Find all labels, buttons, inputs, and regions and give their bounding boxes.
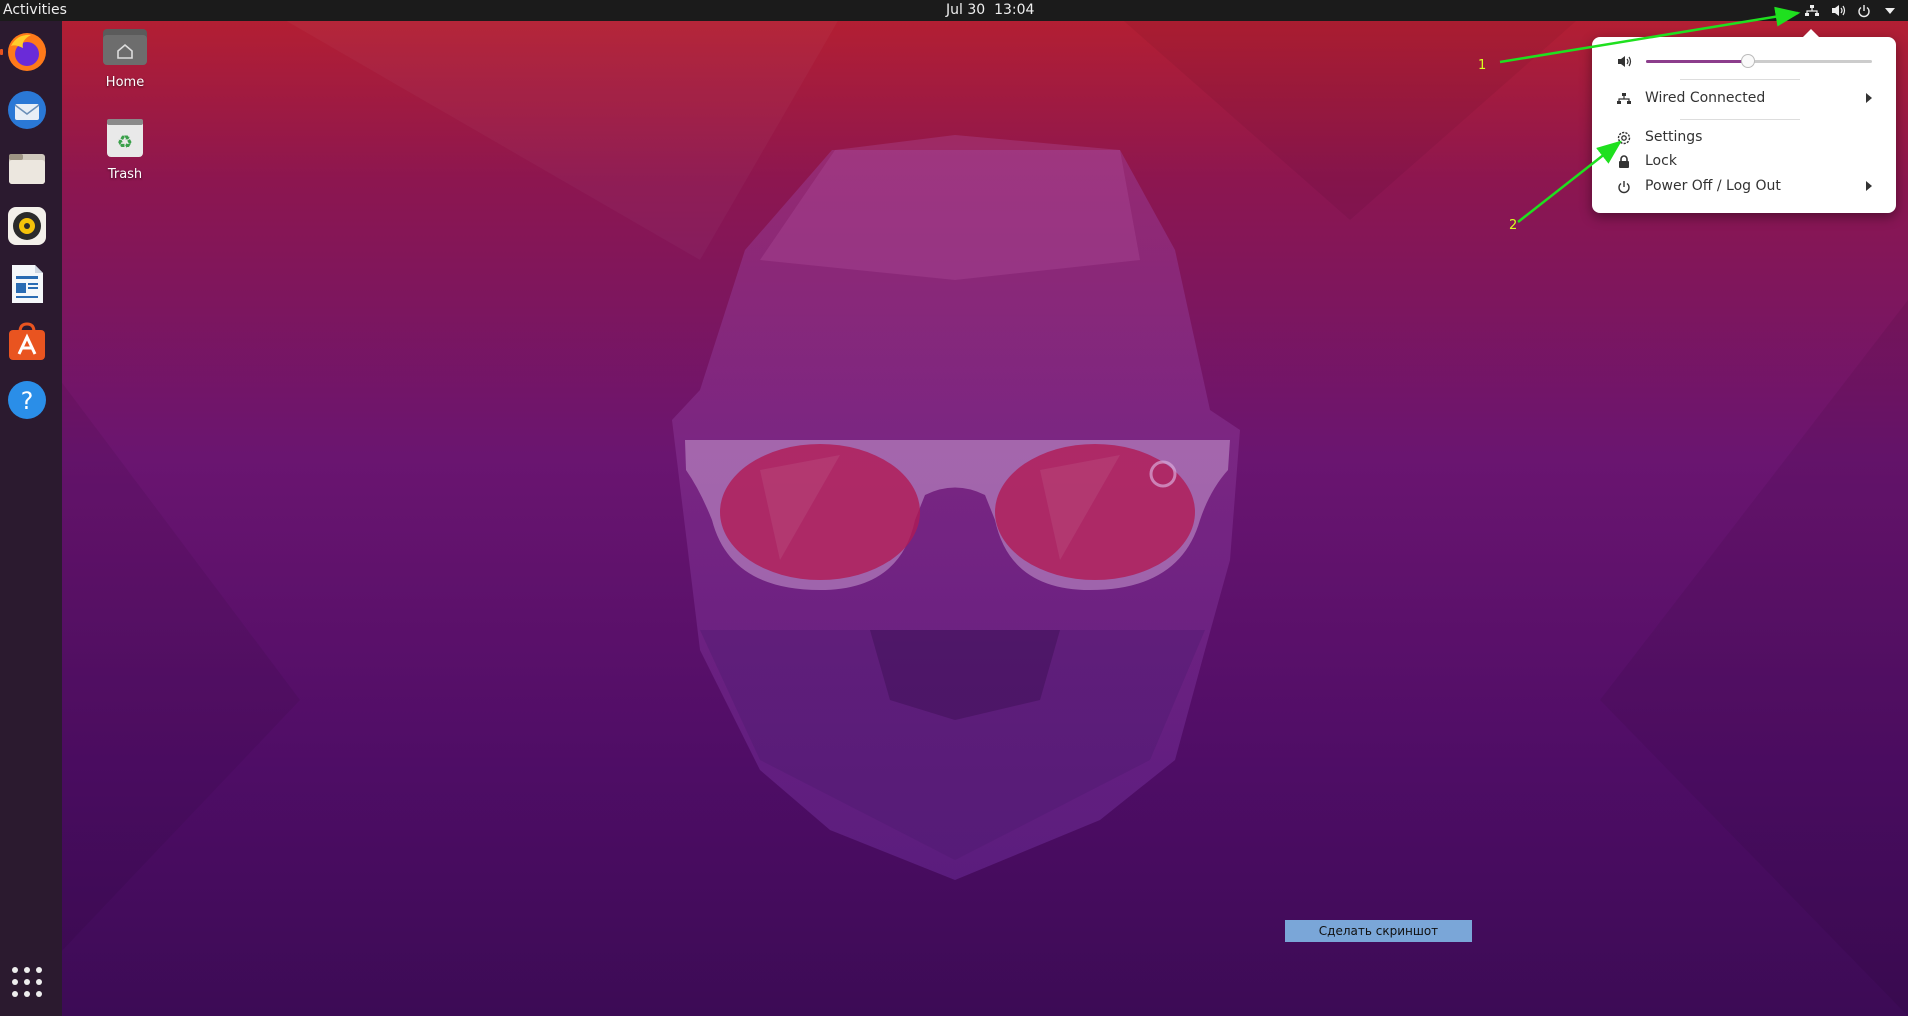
volume-icon — [1616, 53, 1632, 69]
volume-slider[interactable] — [1646, 54, 1872, 68]
annotation-label-1: 1 — [1478, 58, 1487, 73]
ubuntu-software-icon — [9, 322, 45, 360]
files-icon — [9, 154, 45, 184]
rhythmbox-icon — [8, 207, 46, 245]
power-label: Power Off / Log Out — [1645, 178, 1781, 194]
volume-slider-knob[interactable] — [1740, 54, 1755, 68]
svg-text:?: ? — [21, 387, 34, 415]
app-grid-icon — [12, 967, 42, 997]
clock-date: Jul 30 — [946, 2, 986, 18]
trash-icon: ♻ — [107, 119, 143, 157]
volume-icon[interactable] — [1830, 3, 1846, 19]
volume-row — [1592, 49, 1896, 73]
power-icon[interactable] — [1856, 3, 1872, 19]
dock-files[interactable] — [5, 146, 49, 190]
annotation-label-2: 2 — [1509, 218, 1518, 233]
submenu-arrow-icon — [1866, 181, 1872, 191]
show-applications-button[interactable] — [9, 964, 45, 1000]
dock-writer[interactable] — [5, 262, 49, 306]
dock-ubuntu-software[interactable] — [5, 320, 49, 364]
lock-icon — [1616, 154, 1632, 170]
dock: ? — [0, 21, 62, 1016]
top-bar: Activities Jul 30 13:04 — [0, 0, 1908, 21]
thunderbird-icon — [8, 91, 46, 129]
wired-label: Wired Connected — [1645, 90, 1766, 106]
system-tray[interactable] — [1804, 0, 1898, 21]
dropdown-arrow-icon[interactable] — [1882, 3, 1898, 19]
volume-slider-fill — [1646, 60, 1748, 63]
dock-rhythmbox[interactable] — [5, 204, 49, 248]
desktop-trash[interactable]: ♻ Trash — [85, 117, 165, 182]
network-icon[interactable] — [1804, 3, 1820, 19]
separator — [1680, 119, 1800, 120]
network-icon — [1616, 91, 1632, 107]
system-menu: Wired Connected Settings Lock Power Off … — [1592, 29, 1896, 213]
home-folder-icon — [103, 29, 147, 65]
help-icon: ? — [8, 381, 46, 419]
clock-time: 13:04 — [994, 2, 1035, 18]
firefox-icon — [8, 33, 46, 71]
svg-text:♻: ♻ — [117, 132, 133, 153]
menu-item-settings[interactable]: Settings — [1592, 126, 1896, 150]
menu-item-lock[interactable]: Lock — [1592, 150, 1896, 174]
settings-label: Settings — [1645, 129, 1703, 145]
activities-button[interactable]: Activities — [3, 0, 67, 21]
dock-firefox[interactable] — [0, 30, 49, 74]
menu-item-wired[interactable]: Wired Connected — [1592, 87, 1896, 111]
writer-icon — [12, 265, 43, 303]
lock-label: Lock — [1645, 153, 1677, 169]
menu-arrow — [1802, 29, 1820, 38]
clock[interactable]: Jul 30 13:04 — [946, 0, 1034, 21]
separator — [1680, 79, 1800, 80]
menu-item-power[interactable]: Power Off / Log Out — [1592, 175, 1896, 199]
dock-help[interactable]: ? — [5, 378, 49, 422]
power-icon — [1616, 179, 1632, 195]
gear-icon — [1616, 130, 1632, 146]
take-screenshot-button[interactable]: Сделать скриншот — [1285, 920, 1472, 942]
home-label: Home — [105, 75, 145, 90]
dock-thunderbird[interactable] — [5, 88, 49, 132]
submenu-arrow-icon — [1866, 93, 1872, 103]
trash-label: Trash — [107, 167, 143, 182]
desktop-home[interactable]: Home — [85, 27, 165, 90]
